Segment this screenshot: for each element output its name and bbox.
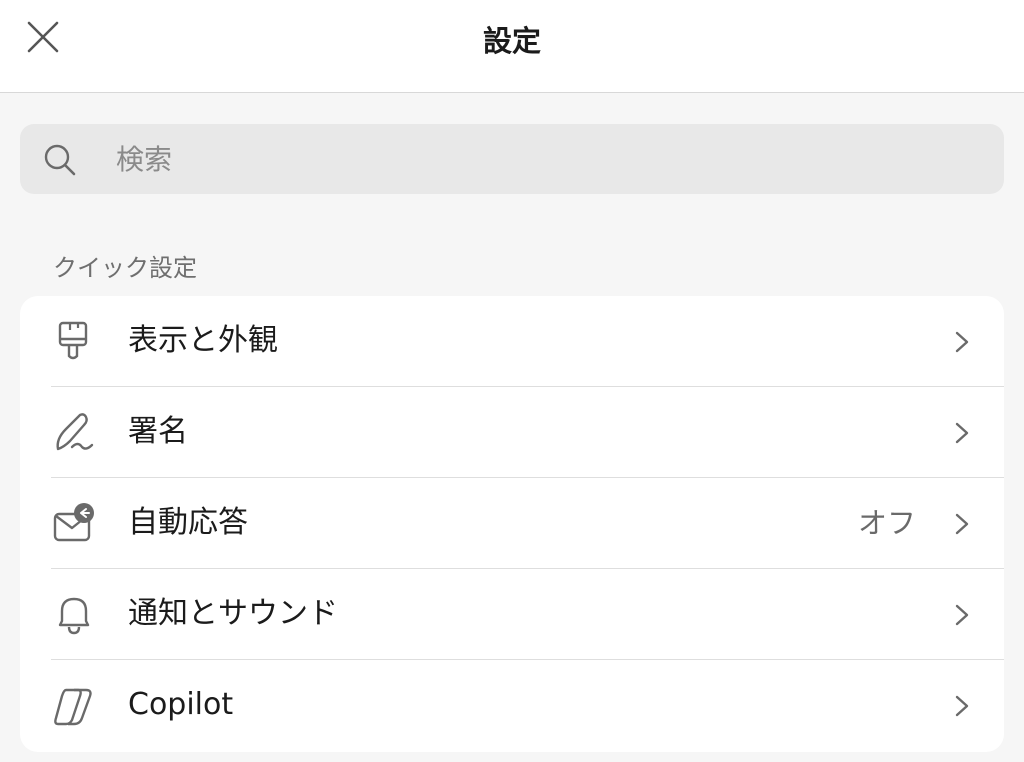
search-icon (44, 144, 76, 176)
chevron-right-icon (955, 422, 969, 444)
settings-item-auto-reply[interactable]: 自動応答 オフ (20, 478, 1004, 569)
chevron-right-icon (955, 695, 969, 717)
auto-reply-status: オフ (857, 506, 916, 540)
search-bar[interactable] (20, 124, 1004, 194)
settings-item-label: 通知とサウンド (128, 596, 338, 631)
top-bar: 設定 (0, 0, 1024, 93)
mail-reply-icon (53, 503, 94, 542)
chevron-right-icon (955, 513, 969, 535)
copilot-icon (54, 688, 92, 726)
section-header-quick-settings: クイック設定 (53, 254, 197, 282)
settings-item-copilot[interactable]: Copilot (20, 660, 1004, 751)
settings-item-appearance[interactable]: 表示と外観 (20, 296, 1004, 387)
quick-settings-list: 表示と外観 署名 自動応答 オフ 通知とサウンド Copilot (20, 296, 1004, 752)
chevron-right-icon (955, 604, 969, 626)
search-input[interactable] (116, 124, 976, 194)
settings-item-notifications[interactable]: 通知とサウンド (20, 569, 1004, 660)
settings-item-signature[interactable]: 署名 (20, 387, 1004, 478)
settings-item-label: 自動応答 (128, 505, 248, 540)
chevron-right-icon (955, 331, 969, 353)
paintbrush-icon (58, 321, 88, 360)
settings-item-label: 署名 (128, 414, 188, 449)
signature-icon (56, 413, 94, 451)
settings-item-label: 表示と外観 (128, 323, 278, 358)
page-title: 設定 (482, 24, 541, 58)
settings-item-label: Copilot (128, 687, 234, 722)
bell-icon (58, 597, 90, 635)
